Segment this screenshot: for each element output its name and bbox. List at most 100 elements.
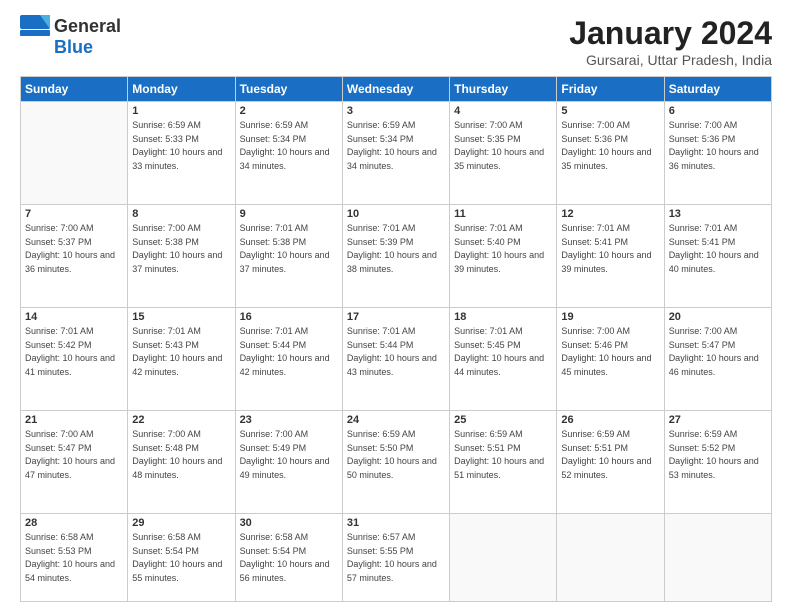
day-number: 22 xyxy=(132,414,230,426)
title-block: January 2024 Gursarai, Uttar Pradesh, In… xyxy=(569,15,772,68)
col-thursday: Thursday xyxy=(450,77,557,102)
calendar-header-row: Sunday Monday Tuesday Wednesday Thursday… xyxy=(21,77,772,102)
table-row xyxy=(450,514,557,602)
day-info: Sunrise: 6:58 AMSunset: 5:54 PMDaylight:… xyxy=(240,532,330,583)
day-number: 26 xyxy=(561,414,659,426)
day-number: 15 xyxy=(132,311,230,323)
day-number: 28 xyxy=(25,517,123,529)
table-row: 13 Sunrise: 7:01 AMSunset: 5:41 PMDaylig… xyxy=(664,205,771,308)
table-row: 18 Sunrise: 7:01 AMSunset: 5:45 PMDaylig… xyxy=(450,308,557,411)
day-number: 25 xyxy=(454,414,552,426)
table-row: 25 Sunrise: 6:59 AMSunset: 5:51 PMDaylig… xyxy=(450,411,557,514)
day-info: Sunrise: 7:00 AMSunset: 5:37 PMDaylight:… xyxy=(25,223,115,274)
table-row: 11 Sunrise: 7:01 AMSunset: 5:40 PMDaylig… xyxy=(450,205,557,308)
day-info: Sunrise: 6:59 AMSunset: 5:50 PMDaylight:… xyxy=(347,429,437,480)
table-row xyxy=(557,514,664,602)
day-number: 11 xyxy=(454,208,552,220)
day-number: 10 xyxy=(347,208,445,220)
table-row: 1 Sunrise: 6:59 AMSunset: 5:33 PMDayligh… xyxy=(128,102,235,205)
table-row: 21 Sunrise: 7:00 AMSunset: 5:47 PMDaylig… xyxy=(21,411,128,514)
day-info: Sunrise: 7:01 AMSunset: 5:41 PMDaylight:… xyxy=(669,223,759,274)
day-number: 19 xyxy=(561,311,659,323)
table-row: 30 Sunrise: 6:58 AMSunset: 5:54 PMDaylig… xyxy=(235,514,342,602)
day-number: 6 xyxy=(669,105,767,117)
day-info: Sunrise: 7:00 AMSunset: 5:46 PMDaylight:… xyxy=(561,326,651,377)
day-info: Sunrise: 6:58 AMSunset: 5:54 PMDaylight:… xyxy=(132,532,222,583)
col-monday: Monday xyxy=(128,77,235,102)
day-info: Sunrise: 7:01 AMSunset: 5:42 PMDaylight:… xyxy=(25,326,115,377)
day-info: Sunrise: 7:00 AMSunset: 5:38 PMDaylight:… xyxy=(132,223,222,274)
day-info: Sunrise: 6:59 AMSunset: 5:51 PMDaylight:… xyxy=(561,429,651,480)
day-number: 16 xyxy=(240,311,338,323)
day-number: 21 xyxy=(25,414,123,426)
table-row: 2 Sunrise: 6:59 AMSunset: 5:34 PMDayligh… xyxy=(235,102,342,205)
day-info: Sunrise: 7:00 AMSunset: 5:47 PMDaylight:… xyxy=(669,326,759,377)
day-number: 4 xyxy=(454,105,552,117)
day-info: Sunrise: 7:01 AMSunset: 5:41 PMDaylight:… xyxy=(561,223,651,274)
header: General Blue January 2024 Gursarai, Utta… xyxy=(20,15,772,68)
day-number: 5 xyxy=(561,105,659,117)
day-info: Sunrise: 7:01 AMSunset: 5:38 PMDaylight:… xyxy=(240,223,330,274)
table-row: 3 Sunrise: 6:59 AMSunset: 5:34 PMDayligh… xyxy=(342,102,449,205)
day-number: 29 xyxy=(132,517,230,529)
logo-general-text: General xyxy=(54,16,121,37)
day-info: Sunrise: 7:00 AMSunset: 5:47 PMDaylight:… xyxy=(25,429,115,480)
day-info: Sunrise: 6:59 AMSunset: 5:52 PMDaylight:… xyxy=(669,429,759,480)
day-info: Sunrise: 7:00 AMSunset: 5:48 PMDaylight:… xyxy=(132,429,222,480)
col-friday: Friday xyxy=(557,77,664,102)
col-wednesday: Wednesday xyxy=(342,77,449,102)
day-info: Sunrise: 6:59 AMSunset: 5:34 PMDaylight:… xyxy=(347,120,437,171)
day-number: 2 xyxy=(240,105,338,117)
day-info: Sunrise: 7:00 AMSunset: 5:36 PMDaylight:… xyxy=(561,120,651,171)
day-number: 27 xyxy=(669,414,767,426)
day-number: 3 xyxy=(347,105,445,117)
table-row: 26 Sunrise: 6:59 AMSunset: 5:51 PMDaylig… xyxy=(557,411,664,514)
table-row: 5 Sunrise: 7:00 AMSunset: 5:36 PMDayligh… xyxy=(557,102,664,205)
table-row: 8 Sunrise: 7:00 AMSunset: 5:38 PMDayligh… xyxy=(128,205,235,308)
col-sunday: Sunday xyxy=(21,77,128,102)
day-info: Sunrise: 7:00 AMSunset: 5:35 PMDaylight:… xyxy=(454,120,544,171)
day-number: 20 xyxy=(669,311,767,323)
day-number: 30 xyxy=(240,517,338,529)
table-row: 28 Sunrise: 6:58 AMSunset: 5:53 PMDaylig… xyxy=(21,514,128,602)
col-saturday: Saturday xyxy=(664,77,771,102)
table-row: 6 Sunrise: 7:00 AMSunset: 5:36 PMDayligh… xyxy=(664,102,771,205)
table-row: 27 Sunrise: 6:59 AMSunset: 5:52 PMDaylig… xyxy=(664,411,771,514)
day-info: Sunrise: 7:01 AMSunset: 5:44 PMDaylight:… xyxy=(240,326,330,377)
logo: General Blue xyxy=(20,15,121,58)
table-row: 29 Sunrise: 6:58 AMSunset: 5:54 PMDaylig… xyxy=(128,514,235,602)
location: Gursarai, Uttar Pradesh, India xyxy=(569,52,772,68)
day-info: Sunrise: 7:01 AMSunset: 5:45 PMDaylight:… xyxy=(454,326,544,377)
day-info: Sunrise: 6:58 AMSunset: 5:53 PMDaylight:… xyxy=(25,532,115,583)
table-row: 22 Sunrise: 7:00 AMSunset: 5:48 PMDaylig… xyxy=(128,411,235,514)
day-number: 24 xyxy=(347,414,445,426)
table-row: 24 Sunrise: 6:59 AMSunset: 5:50 PMDaylig… xyxy=(342,411,449,514)
day-info: Sunrise: 6:59 AMSunset: 5:34 PMDaylight:… xyxy=(240,120,330,171)
calendar: Sunday Monday Tuesday Wednesday Thursday… xyxy=(20,76,772,602)
table-row: 16 Sunrise: 7:01 AMSunset: 5:44 PMDaylig… xyxy=(235,308,342,411)
table-row xyxy=(21,102,128,205)
table-row: 7 Sunrise: 7:00 AMSunset: 5:37 PMDayligh… xyxy=(21,205,128,308)
day-info: Sunrise: 6:59 AMSunset: 5:51 PMDaylight:… xyxy=(454,429,544,480)
day-number: 7 xyxy=(25,208,123,220)
day-number: 23 xyxy=(240,414,338,426)
day-info: Sunrise: 7:00 AMSunset: 5:49 PMDaylight:… xyxy=(240,429,330,480)
table-row: 19 Sunrise: 7:00 AMSunset: 5:46 PMDaylig… xyxy=(557,308,664,411)
table-row: 17 Sunrise: 7:01 AMSunset: 5:44 PMDaylig… xyxy=(342,308,449,411)
day-info: Sunrise: 7:01 AMSunset: 5:44 PMDaylight:… xyxy=(347,326,437,377)
table-row: 4 Sunrise: 7:00 AMSunset: 5:35 PMDayligh… xyxy=(450,102,557,205)
day-info: Sunrise: 7:01 AMSunset: 5:43 PMDaylight:… xyxy=(132,326,222,377)
logo-blue-text: Blue xyxy=(54,37,93,58)
table-row: 14 Sunrise: 7:01 AMSunset: 5:42 PMDaylig… xyxy=(21,308,128,411)
day-number: 8 xyxy=(132,208,230,220)
table-row: 12 Sunrise: 7:01 AMSunset: 5:41 PMDaylig… xyxy=(557,205,664,308)
day-number: 18 xyxy=(454,311,552,323)
table-row: 15 Sunrise: 7:01 AMSunset: 5:43 PMDaylig… xyxy=(128,308,235,411)
day-number: 13 xyxy=(669,208,767,220)
table-row xyxy=(664,514,771,602)
table-row: 31 Sunrise: 6:57 AMSunset: 5:55 PMDaylig… xyxy=(342,514,449,602)
page: General Blue January 2024 Gursarai, Utta… xyxy=(0,0,792,612)
day-number: 1 xyxy=(132,105,230,117)
col-tuesday: Tuesday xyxy=(235,77,342,102)
table-row: 10 Sunrise: 7:01 AMSunset: 5:39 PMDaylig… xyxy=(342,205,449,308)
